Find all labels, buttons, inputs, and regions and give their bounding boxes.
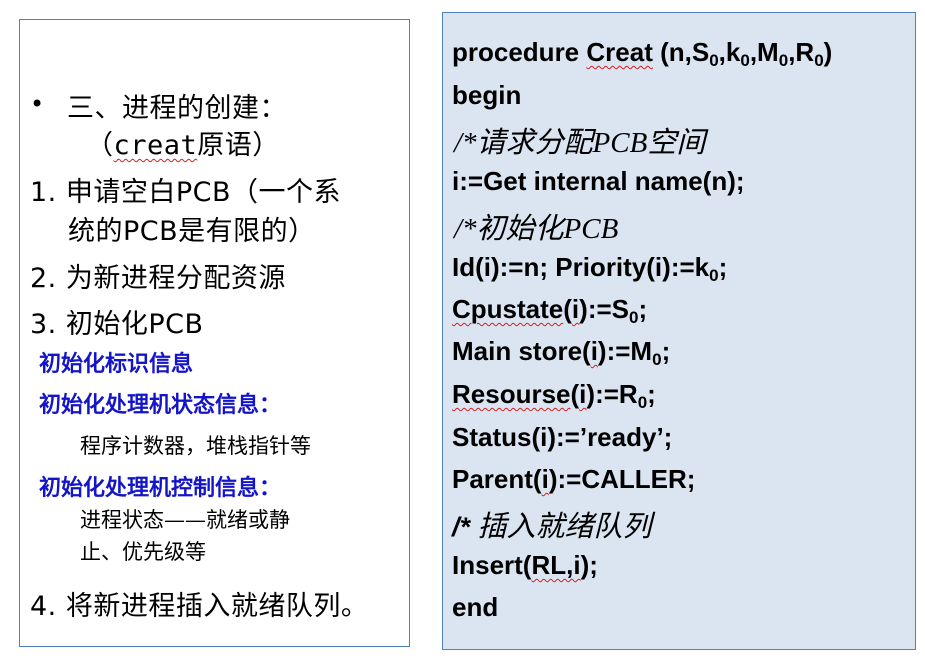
code-line-cpustate: Cpustate(i):=S0;: [452, 294, 648, 327]
step-1-line-1: 1. 申请空白PCB（一个系: [30, 177, 342, 208]
code-line-parent: Parent(i):=CALLER;: [452, 464, 696, 494]
code-comment-insert-ready-queue: /* 插入就绪队列: [452, 511, 652, 543]
step-4: 4. 将新进程插入就绪队列。: [30, 591, 369, 622]
step-2: 2. 为新进程分配资源: [30, 263, 286, 294]
processor-state-detail: 程序计数器，堆栈指针等: [80, 434, 311, 458]
bullet-marker: •: [30, 90, 45, 118]
substep-processor-state-info: 初始化处理机状态信息：: [39, 393, 282, 418]
code-line-end: end: [452, 592, 499, 622]
code-line-status: Status(i):=’ready’;: [452, 422, 673, 452]
step-1-line-2: 统的PCB是有限的）: [68, 216, 316, 247]
step-3: 3. 初始化PCB: [30, 309, 204, 340]
code-line-get-name: i:=Get internal name(n);: [452, 166, 745, 196]
code-line-procedure: procedure Creat (n,S0,k0,M0,R0): [452, 37, 833, 70]
code-comment-init-pcb: /*初始化PCB: [454, 213, 619, 245]
processor-control-detail-1: 进程状态——就绪或静: [80, 508, 290, 532]
substep-processor-control-info: 初始化处理机控制信息：: [39, 476, 282, 501]
code-line-main-store: Main store(i):=M0;: [452, 336, 671, 369]
left-text-box: • 三、进程的创建： （creat原语） 1. 申请空白PCB（一个系 统的PC…: [19, 19, 410, 647]
code-box: procedure Creat (n,S0,k0,M0,R0) begin /*…: [442, 12, 916, 650]
section-heading: 三、进程的创建：: [67, 93, 287, 124]
code-comment-allocate-pcb: /*请求分配PCB空间: [454, 127, 706, 159]
code-line-begin: begin: [452, 80, 522, 110]
substep-identity-info: 初始化标识信息: [39, 352, 194, 377]
code-line-insert: Insert(RL,i);: [452, 550, 598, 580]
processor-control-detail-2: 止、优先级等: [80, 540, 206, 564]
section-subheading: （creat原语）: [86, 130, 280, 161]
code-line-id-priority: Id(i):=n; Priority(i):=k0;: [452, 252, 728, 285]
code-line-resource: Resourse(i):=R0;: [452, 379, 656, 412]
